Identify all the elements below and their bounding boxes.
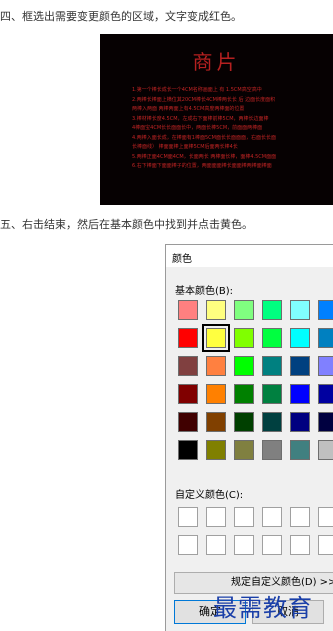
custom-color-swatch[interactable] (262, 535, 282, 555)
color-swatch[interactable] (290, 440, 310, 460)
color-swatch[interactable] (234, 328, 254, 348)
color-swatch[interactable] (234, 356, 254, 376)
step-4-instruction: 四、框选出需要变更颜色的区域，文字变成红色。 (0, 10, 242, 23)
card-text-line: 1.第一个棒长成长一个4CM名称画面上 有 1.5CM高空高中 (132, 87, 262, 93)
custom-color-swatch[interactable] (234, 507, 254, 527)
color-swatch[interactable] (206, 300, 226, 320)
color-swatch[interactable] (318, 440, 333, 460)
color-swatch[interactable] (318, 384, 333, 404)
dialog-titlebar: 颜色 (166, 245, 333, 267)
custom-color-swatch[interactable] (178, 535, 198, 555)
color-swatch[interactable] (178, 300, 198, 320)
color-swatch[interactable] (178, 328, 198, 348)
basic-colors-label: 基本颜色(B): (175, 286, 234, 297)
card-text-line: 长棒面线） 棒面面棒上面棒5CM后面两长棒4长 (132, 144, 238, 150)
business-card-image: 商片 1.第一个棒长成长一个4CM名称画面上 有 1.5CM高空高中 2.两棒长棒… (100, 34, 333, 205)
custom-color-swatch[interactable] (178, 507, 198, 527)
card-text-line: 4棒面宝4CM长长面面长中，两面长棒5CM，前面面两棒面 (132, 125, 263, 131)
dialog-title: 颜色 (172, 254, 192, 265)
color-swatch[interactable] (290, 328, 310, 348)
color-swatch[interactable] (234, 440, 254, 460)
color-swatch[interactable] (290, 300, 310, 320)
color-swatch[interactable] (290, 384, 310, 404)
color-swatch[interactable] (262, 412, 282, 432)
custom-color-swatch[interactable] (318, 535, 333, 555)
color-swatch[interactable] (318, 412, 333, 432)
color-swatch[interactable] (290, 412, 310, 432)
watermark: 最需教育 (213, 594, 313, 622)
card-text-line: 5.两棒正面4CM面4CM，长面两长 两棒面长棒，面棒4.5CM面面 (132, 153, 277, 160)
color-swatch[interactable] (234, 300, 254, 320)
color-swatch[interactable] (262, 356, 282, 376)
card-text-line: 4.两棒入面长成，在棒面有1棒面5CM面长长面面面，右面长长面 (132, 134, 276, 141)
color-swatch[interactable] (206, 412, 226, 432)
card-title: 商片 (192, 50, 241, 74)
color-swatch[interactable] (318, 300, 333, 320)
custom-color-swatch[interactable] (206, 507, 226, 527)
color-swatch[interactable] (206, 356, 226, 376)
color-swatch[interactable] (178, 412, 198, 432)
color-swatch[interactable] (262, 384, 282, 404)
color-swatch[interactable] (318, 328, 333, 348)
custom-color-swatch[interactable] (206, 535, 226, 555)
card-text-line: 6.右下棒面下面面棒子的位置，两面面面棒长面面棒两棒面棒面 (132, 163, 272, 169)
color-swatch[interactable] (206, 384, 226, 404)
custom-color-swatch[interactable] (290, 507, 310, 527)
color-swatch[interactable] (262, 440, 282, 460)
card-text-block: 1.第一个棒长成长一个4CM名称画面上 有 1.5CM高空高中 2.两棒长棒面上横… (132, 86, 329, 172)
color-swatch[interactable] (290, 356, 310, 376)
color-swatch[interactable] (262, 328, 282, 348)
step-5-instruction: 五、右击结束，然后在基本颜色中找到并点击黄色。 (0, 218, 253, 231)
custom-colors-label: 自定义颜色(C): (175, 490, 244, 501)
color-dialog: 颜色 基本颜色(B): 自定义颜色(C): 规定自定义颜色(D) >> 确定 取… (165, 244, 333, 631)
color-swatch[interactable] (262, 300, 282, 320)
custom-color-swatch[interactable] (234, 535, 254, 555)
color-swatch[interactable] (234, 412, 254, 432)
color-swatch[interactable] (178, 356, 198, 376)
color-swatch[interactable] (234, 384, 254, 404)
color-swatch[interactable] (202, 324, 230, 352)
color-swatch[interactable] (206, 440, 226, 460)
color-swatch[interactable] (178, 384, 198, 404)
custom-color-swatch[interactable] (290, 535, 310, 555)
custom-color-swatch[interactable] (262, 507, 282, 527)
color-swatch[interactable] (318, 356, 333, 376)
card-text-line: 两棒入两面 两棒两面上有4.5CM高度两棒面的位置 (132, 106, 245, 112)
custom-color-swatch[interactable] (318, 507, 333, 527)
card-text-line: 3.棒材棒长度4.5CM，左成右下面棒前棒5CM，两棒长边面棒 (132, 115, 269, 122)
card-text-line: 2.两棒长棒面上横位其20CM棒长4CM棒两长长 后 边面长度面积 (132, 96, 276, 103)
color-swatch[interactable] (178, 440, 198, 460)
